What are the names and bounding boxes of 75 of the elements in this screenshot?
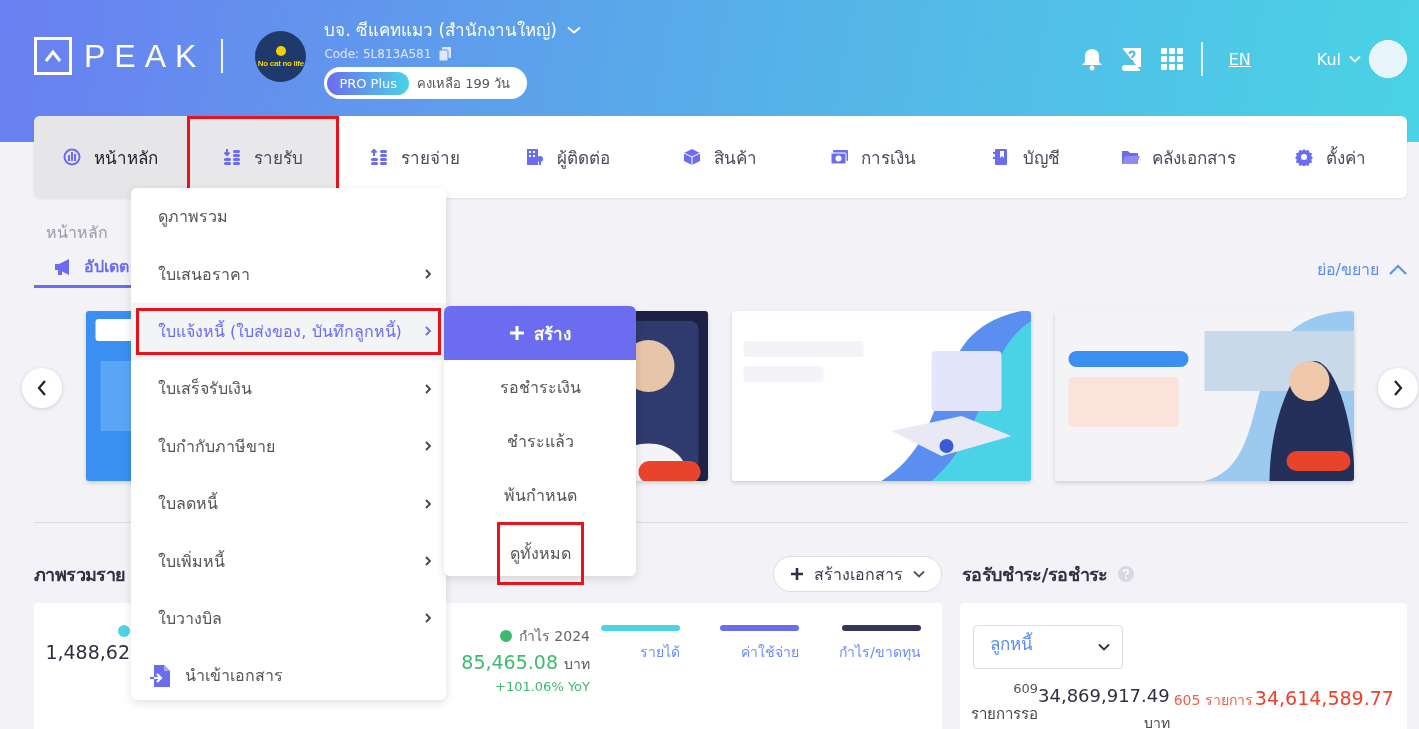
submenu-item[interactable]: ชำระแล้ว [494,414,586,468]
submenu-item[interactable]: ดูทั้งหมด [499,525,581,582]
chevron-right-icon [424,440,432,453]
apps-grid-icon[interactable] [1160,48,1183,70]
company-code: Code: 5L813A581 [324,47,432,61]
menu-item[interactable]: ใบเสร็จรับเงิน [131,360,446,418]
nav-tab[interactable]: สินค้า [644,116,797,198]
chart-icon [62,148,82,166]
unit-label: บาท [564,655,590,674]
nav-tab[interactable]: บัญชี [949,116,1102,198]
chevron-left-icon [37,380,47,396]
stat-value: 85,465.08 [461,651,558,673]
file-import-icon [149,663,171,688]
menu-item[interactable]: ใบแจ้งหนี้ (ใบส่งของ, บันทึกลูกหนี้) [131,302,446,361]
payable-count: 605 รายการ [1173,691,1253,710]
create-document-button[interactable]: สร้างเอกสาร [773,556,942,592]
chevron-down-icon [913,570,925,578]
chevron-right-icon [1393,380,1403,396]
next-button[interactable] [1378,368,1418,408]
create-button[interactable]: สร้าง [444,306,636,360]
menu-item[interactable]: นำเข้าเอกสาร [131,647,446,705]
yoy-change: +101.06% YoY [495,679,590,694]
receivable-amount: 34,869,917.49 [1038,685,1170,706]
company-logo: No cat no life [255,31,307,82]
previous-button[interactable] [22,368,62,408]
money-icon [830,148,850,166]
coins-down-icon [222,148,242,166]
chevron-down-icon [1098,643,1110,651]
receivable-count: 609 [1013,681,1038,696]
section-title: ภาพรวมราย [34,562,126,587]
help-book-icon[interactable] [1120,47,1143,71]
coins-up-icon [370,148,390,166]
settings-icon [1295,148,1315,166]
cube-icon [683,148,703,166]
building-icon [525,148,545,166]
menu-item[interactable]: ใบลดหนี้ [131,474,446,533]
nav-tab[interactable]: คลังเอกสาร [1101,116,1255,198]
plus-icon [509,326,524,340]
user-avatar[interactable] [1369,40,1407,78]
stat-value: 1,488,62 [45,641,130,663]
chevron-up-icon[interactable] [1389,264,1407,275]
nav-tab[interactable]: หน้าหลัก [34,116,187,198]
section-title: รอรับชำระ/รอชำระ [962,562,1108,587]
legend-label: รายได้ [640,643,681,662]
chevron-down-icon [1349,55,1361,63]
unit-label: บาท [1143,714,1170,729]
logo-icon [34,37,72,75]
chevron-down-icon [566,25,581,34]
menu-item[interactable]: ใบเพิ่มหนี้ [131,532,446,590]
help-icon [1117,566,1134,582]
days-remaining: คงเหลือ 199 วัน [416,74,512,93]
chevron-right-icon [424,382,432,395]
submenu-item[interactable]: พ้นกำหนด [491,468,589,522]
chevron-right-icon [424,612,432,625]
legend-label: ค่าใช้จ่าย [741,643,800,662]
submenu-item[interactable]: รอชำระเงิน [487,360,593,414]
chevron-right-icon [424,268,432,281]
plus-icon [790,567,804,581]
nav-tab[interactable]: การเงิน [796,116,950,198]
bell-icon[interactable] [1080,47,1103,71]
copy-icon[interactable] [439,47,452,61]
nav-tab[interactable]: ผู้ติดต่อ [491,116,645,198]
menu-item[interactable]: ใบวางบิล [131,589,446,648]
chevron-right-icon [424,325,432,338]
payable-amount: 34,614,589.77 [1254,687,1394,709]
menu-item[interactable]: ใบกำกับภาษีขาย [131,417,446,475]
folder-icon [1120,148,1140,166]
stat-label: กำไร 2024 [518,627,590,646]
receivable-count-label: รายการรอ [971,704,1038,725]
legend-label: กำไร/ขาดทุน [839,643,921,663]
logo-text: PEAK [84,37,206,75]
chevron-right-icon [424,555,432,568]
nav-tab[interactable]: ตั้งค่า [1254,116,1407,198]
chevron-right-icon [424,497,432,510]
plan-label: PRO Plus [327,71,410,95]
